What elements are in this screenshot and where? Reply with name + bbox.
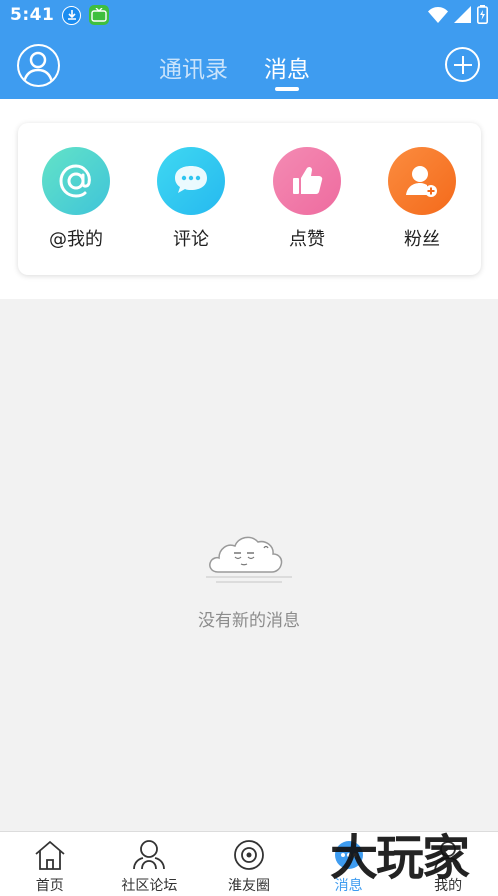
category-fans[interactable]: 粉丝 <box>377 147 467 251</box>
download-icon <box>62 5 82 25</box>
thumbs-up-icon <box>273 147 341 215</box>
category-card: @我的 评论 点赞 粉丝 <box>18 123 481 275</box>
empty-state: 没有新的消息 <box>0 300 498 831</box>
add-button[interactable] <box>445 47 480 82</box>
sleepy-cloud-icon <box>204 526 294 592</box>
category-section: @我的 评论 点赞 粉丝 <box>0 99 498 299</box>
battery-icon <box>477 5 488 28</box>
status-time: 5:41 <box>10 5 55 25</box>
category-likes[interactable]: 点赞 <box>262 147 352 251</box>
nav-moments[interactable]: 淮友圈 <box>199 832 299 896</box>
status-bar: 5:41 <box>0 0 498 30</box>
tab-messages[interactable]: 消息 <box>264 50 310 84</box>
empty-message: 没有新的消息 <box>198 611 300 631</box>
category-label: 粉丝 <box>404 229 440 250</box>
cell-signal-icon <box>454 6 471 27</box>
nav-label: 淮友圈 <box>227 878 270 894</box>
category-at-me[interactable]: @我的 <box>31 147 121 251</box>
active-tab-indicator <box>275 87 299 91</box>
nav-label: 首页 <box>35 878 64 894</box>
category-label: 评论 <box>173 229 209 250</box>
app-header: 通讯录 消息 <box>0 30 498 99</box>
category-comments[interactable]: 评论 <box>146 147 236 251</box>
nav-label: 社区论坛 <box>121 878 178 894</box>
at-icon <box>42 147 110 215</box>
header-tabs: 通讯录 消息 <box>0 30 498 99</box>
add-user-icon <box>388 147 456 215</box>
nav-home[interactable]: 首页 <box>0 832 100 896</box>
watermark-logo: 大玩家 <box>330 830 470 886</box>
community-icon <box>133 840 166 870</box>
moments-icon <box>234 840 264 870</box>
chat-bubble-icon <box>157 147 225 215</box>
wifi-icon <box>428 6 448 27</box>
nav-community[interactable]: 社区论坛 <box>100 832 200 896</box>
category-label: @我的 <box>49 229 103 250</box>
category-label: 点赞 <box>289 229 325 250</box>
home-icon <box>35 840 65 870</box>
tab-contacts[interactable]: 通讯录 <box>159 50 228 84</box>
tv-app-icon <box>89 5 110 25</box>
